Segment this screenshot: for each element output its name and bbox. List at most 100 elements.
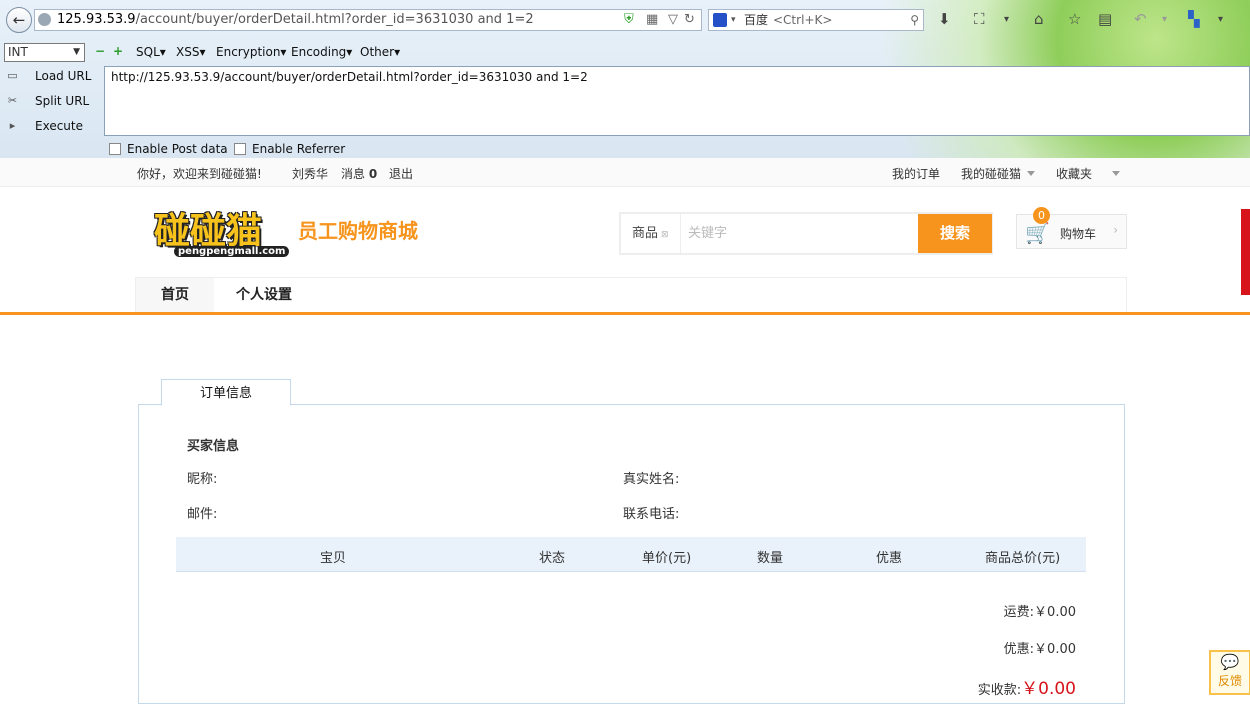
search-icon[interactable]: ⚲	[910, 10, 919, 30]
execute-label: Execute	[35, 119, 83, 133]
reload-icon[interactable]: ↻	[684, 12, 695, 27]
play-icon: ▸	[9, 119, 16, 132]
menu-xss[interactable]: XSS▾	[176, 45, 205, 59]
address-bar[interactable]: 125.93.53.9/account/buyer/orderDetail.ht…	[34, 9, 702, 31]
search-engine-name: 百度	[744, 13, 769, 27]
load-url-button[interactable]: ▭ Load URL	[0, 65, 100, 87]
screenshot-menu-icon[interactable]: ▾	[1004, 14, 1009, 25]
search-placeholder: <Ctrl+K>	[773, 13, 833, 27]
shopping-cart-icon: 🛒	[1025, 221, 1050, 245]
message-count: 0	[368, 167, 378, 181]
reading-list-icon[interactable]: ▤	[1098, 10, 1112, 28]
site-identity-icon[interactable]	[38, 13, 51, 26]
welcome-text: 你好，欢迎来到碰碰猫!	[137, 167, 262, 181]
chevron-right-icon: ›	[1113, 223, 1118, 237]
col-status: 状态	[539, 551, 566, 566]
shipping-row: 运费:￥0.00	[1004, 601, 1076, 620]
scissors-icon: ✂	[7, 94, 18, 107]
nickname-label: 昵称:	[187, 472, 218, 487]
favorites-menu[interactable]: 收藏夹	[1056, 165, 1121, 182]
logout-link[interactable]: 退出	[389, 165, 413, 182]
site-search-input[interactable]: 关键字	[688, 214, 916, 253]
email-label: 邮件:	[187, 507, 218, 522]
shipping-label: 运费:	[1003, 605, 1035, 620]
col-item: 宝贝	[320, 551, 347, 566]
cart-count-badge: 0	[1033, 207, 1050, 224]
chevron-down-icon	[1112, 171, 1121, 176]
qr-code-icon[interactable]: ▦	[646, 12, 658, 27]
my-account-label: 我的碰碰猫	[961, 167, 1022, 181]
menu-icon[interactable]: ▾	[1218, 14, 1223, 25]
feedback-label: 反馈	[1217, 674, 1242, 688]
paid-label: 实收款:	[977, 683, 1022, 698]
browser-search-box[interactable]: ▾ 百度 <Ctrl+K> ⚲	[708, 9, 924, 31]
home-icon[interactable]: ⌂	[1034, 10, 1044, 28]
col-unit-price: 单价(元)	[642, 551, 692, 566]
nav-divider	[0, 312, 1250, 315]
messages-label: 消息	[341, 167, 366, 181]
hackbar-type-value: INT	[8, 45, 28, 59]
chat-bubble-icon: 💬	[1220, 653, 1240, 671]
chevron-down-icon: ▼	[73, 47, 80, 57]
plus-icon[interactable]: +	[113, 44, 123, 58]
load-url-icon: ▭	[7, 69, 18, 82]
discount-row: 优惠:￥0.00	[1004, 638, 1076, 657]
menu-other[interactable]: Other▾	[360, 45, 400, 59]
col-total: 商品总价(元)	[985, 551, 1061, 566]
search-category-select[interactable]: 商品 ⊠	[621, 214, 681, 253]
logo-domain: pengpengmall.com	[174, 246, 290, 257]
my-orders-link[interactable]: 我的订单	[892, 165, 940, 182]
my-account-menu[interactable]: 我的碰碰猫	[961, 165, 1036, 182]
apps-icon[interactable]: ▚	[1188, 10, 1200, 28]
url-host: 125.93.53.9	[57, 12, 136, 27]
enable-referrer-checkbox[interactable]: Enable Referrer	[234, 141, 345, 157]
chevron-down-icon	[1027, 171, 1036, 176]
realname-label: 真实姓名:	[623, 472, 680, 487]
url-path: /account/buyer/orderDetail.html?order_id…	[135, 12, 534, 27]
discount-label: 优惠:	[1003, 642, 1035, 657]
order-table-header	[176, 537, 1086, 572]
feedback-button[interactable]: 💬 反馈	[1209, 650, 1250, 695]
side-float-tab[interactable]	[1241, 209, 1250, 295]
col-discount: 优惠	[876, 551, 903, 566]
nav-home[interactable]: 首页	[136, 278, 214, 313]
buyer-section-title: 买家信息	[187, 439, 240, 454]
shipping-value: ￥0.00	[1034, 605, 1076, 620]
load-url-label: Load URL	[35, 69, 92, 83]
paid-row: 实收款:￥0.00	[978, 674, 1076, 699]
col-quantity: 数量	[757, 551, 784, 566]
back-button[interactable]: ←	[6, 7, 32, 33]
screenshot-icon[interactable]: ⛶	[974, 10, 985, 28]
enable-post-label: Enable Post data	[127, 142, 228, 156]
split-url-label: Split URL	[35, 94, 90, 108]
messages-link[interactable]: 消息 0	[341, 165, 377, 182]
enable-post-checkbox[interactable]: Enable Post data	[109, 141, 228, 157]
cart-label: 购物车	[1060, 227, 1097, 241]
discount-value: ￥0.00	[1034, 642, 1076, 657]
paid-value: ￥0.00	[1021, 679, 1076, 699]
dropdown-icon[interactable]: ▽	[668, 12, 678, 27]
split-url-button[interactable]: ✂ Split URL	[0, 90, 100, 112]
enable-referrer-label: Enable Referrer	[252, 142, 346, 156]
phone-label: 联系电话:	[623, 507, 680, 522]
minus-icon[interactable]: −	[95, 44, 105, 58]
username-link[interactable]: 刘秀华	[292, 165, 328, 182]
nav-personal-settings[interactable]: 个人设置	[236, 278, 292, 313]
shield-icon[interactable]: ⛨	[624, 12, 634, 27]
menu-encryption[interactable]: Encryption▾	[216, 45, 286, 59]
menu-encoding[interactable]: Encoding▾	[291, 45, 352, 59]
undo-icon[interactable]: ↶	[1134, 10, 1147, 28]
menu-sql[interactable]: SQL▾	[136, 45, 166, 59]
undo-menu-icon[interactable]: ▾	[1162, 14, 1167, 25]
site-logo[interactable]: 碰碰猫 员工购物商城 pengpengmall.com	[152, 200, 452, 270]
chevron-down-icon: ⊠	[661, 230, 669, 240]
execute-button[interactable]: ▸ Execute	[0, 115, 100, 137]
cart-button[interactable]: 🛒 0 购物车 ›	[1016, 207, 1127, 249]
tab-order-info[interactable]: 订单信息	[161, 379, 291, 406]
hackbar-type-select[interactable]: INT ▼	[4, 43, 85, 62]
search-button[interactable]: 搜索	[918, 214, 992, 253]
bookmark-star-icon[interactable]: ☆	[1068, 10, 1081, 28]
hackbar-url-textarea[interactable]: http://125.93.53.9/account/buyer/orderDe…	[104, 66, 1250, 136]
download-icon[interactable]: ⬇	[938, 10, 951, 28]
engine-dropdown-icon[interactable]: ▾	[731, 10, 736, 30]
